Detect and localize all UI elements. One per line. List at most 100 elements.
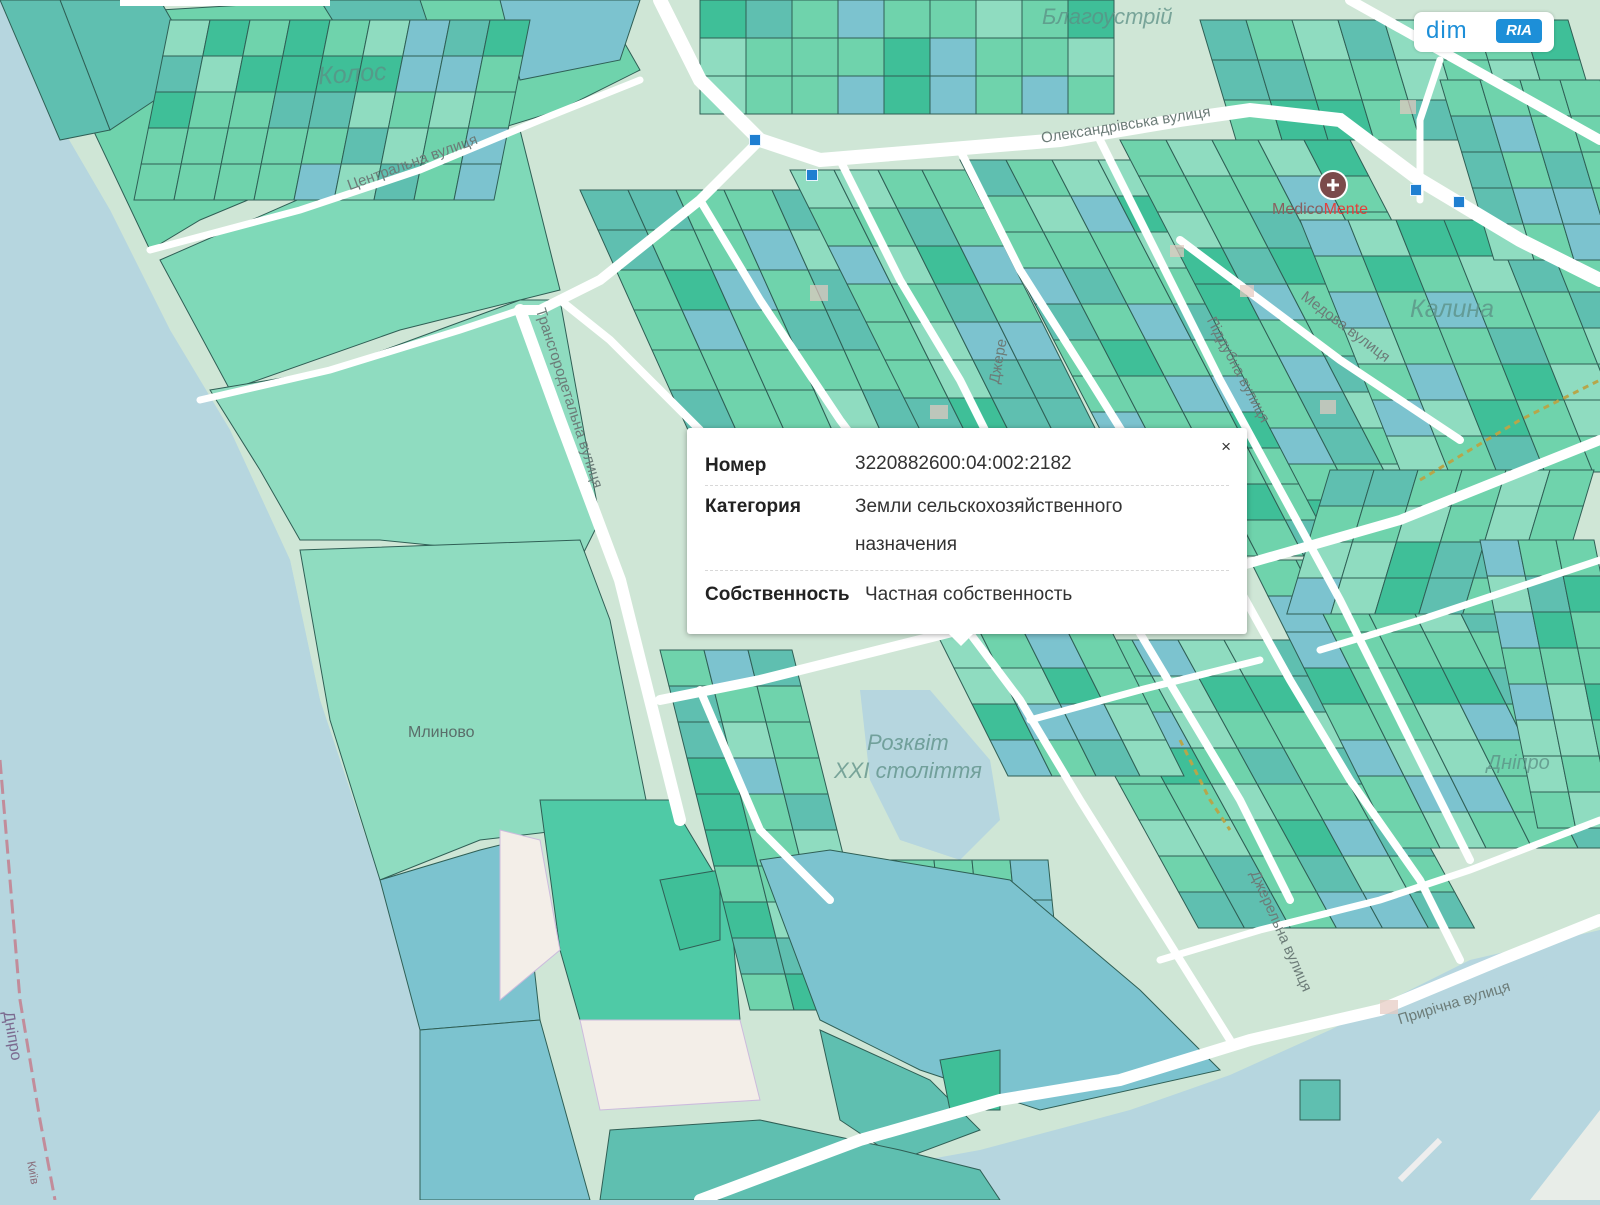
bus-stop-icon[interactable] [806,169,818,181]
bus-stop-icon[interactable] [1410,184,1422,196]
land-parcel[interactable] [427,91,477,129]
land-parcel[interactable] [194,55,244,93]
land-parcel[interactable] [1553,719,1600,757]
land-parcel[interactable] [482,19,531,57]
land-parcel[interactable] [293,163,342,201]
land-parcel[interactable] [1508,683,1555,721]
land-parcel[interactable] [442,19,491,57]
land-parcel[interactable] [745,75,793,115]
land-parcel[interactable] [474,55,524,93]
land-parcel[interactable] [975,37,1023,77]
land-parcel[interactable] [387,91,437,129]
land-parcel[interactable] [699,37,747,77]
land-parcel[interactable] [300,127,350,165]
land-parcel[interactable] [140,127,190,165]
land-parcel[interactable] [340,127,390,165]
land-parcel[interactable] [745,0,793,39]
land-parcel[interactable] [147,91,197,129]
land-parcel[interactable] [883,75,931,115]
land-parcel[interactable] [453,163,502,201]
land-parcel[interactable] [756,685,811,723]
poi-label-medicomente[interactable]: MedicoMente [1272,201,1368,219]
area-label-blahoustrii: Благоустрій [1042,4,1173,29]
land-parcel[interactable] [883,37,931,77]
land-parcel[interactable] [1531,611,1579,649]
land-parcel[interactable] [774,757,829,795]
area-label-rozkvit: Розквіт [867,730,949,755]
area-label-kalyna: Калина [1410,295,1495,323]
land-parcel[interactable] [154,55,204,93]
land-parcel[interactable] [975,75,1023,115]
popup-row-ownership: Собственность Частная собственность [705,576,1229,616]
dimria-logo: dim RIA [1414,12,1554,52]
land-parcel[interactable] [765,721,820,759]
popup-pointer [949,634,973,646]
land-parcel[interactable] [394,55,444,93]
land-parcel[interactable] [307,91,357,129]
area-label-mlynovo: Млиново [408,724,475,741]
land-parcel[interactable] [213,163,262,201]
land-parcel[interactable] [162,19,211,57]
land-parcel[interactable] [1560,755,1600,793]
popup-key-ownership: Собственность [705,584,850,605]
land-parcel[interactable] [1538,647,1586,685]
parcel-info-popup: × Номер 3220882600:04:002:2182 Категория… [687,428,1247,646]
land-parcel[interactable] [1067,75,1115,115]
land-parcel[interactable] [837,0,885,39]
popup-row-number: Номер 3220882600:04:002:2182 [705,443,1229,486]
popup-key-category: Категория [705,496,801,517]
land-parcel[interactable] [322,19,371,57]
area-label-dnipro-east: Дніпро [1487,752,1550,774]
land-parcel[interactable] [791,37,839,77]
popup-value-ownership: Частная собственность [865,584,1073,605]
land-parcel[interactable] [467,91,517,129]
land-parcel[interactable] [253,163,302,201]
land-parcel[interactable] [791,75,839,115]
poi-label-part-a: Medico [1272,201,1324,218]
land-parcel[interactable] [883,0,931,39]
land-parcel[interactable] [242,19,291,57]
land-parcel[interactable] [1517,539,1564,577]
land-parcel[interactable] [929,75,977,115]
land-parcel[interactable] [1529,791,1577,829]
land-parcel[interactable] [1500,647,1548,685]
land-parcel[interactable] [929,0,977,39]
land-parcel[interactable] [837,75,885,115]
land-parcel[interactable] [227,91,277,129]
popup-value-category: Земли сельскохозяйственного назначения [855,496,1123,555]
land-parcel[interactable] [745,37,793,77]
land-parcel[interactable] [975,0,1023,39]
bus-stop-icon[interactable] [749,134,761,146]
land-parcel[interactable] [267,91,317,129]
land-parcel[interactable] [347,91,397,129]
land-parcel[interactable] [220,127,270,165]
poi-label-part-b: Mente [1323,201,1369,218]
land-parcel[interactable] [282,19,331,57]
land-parcel[interactable] [402,19,451,57]
land-parcel[interactable] [783,793,838,831]
land-parcel[interactable] [274,55,324,93]
land-parcel[interactable] [362,19,411,57]
land-parcel[interactable] [173,163,222,201]
land-parcel[interactable] [1021,37,1069,77]
popup-row-category: Категория Земли сельскохозяйственного на… [705,488,1229,571]
land-parcel[interactable] [180,127,230,165]
land-parcel[interactable] [434,55,484,93]
land-parcel[interactable] [1546,683,1593,721]
land-parcel[interactable] [699,0,747,39]
land-parcel[interactable] [929,37,977,77]
land-parcel[interactable] [1515,719,1562,757]
land-parcel[interactable] [1479,539,1526,577]
land-parcel[interactable] [837,37,885,77]
bus-stop-icon[interactable] [1453,196,1465,208]
land-parcel[interactable] [260,127,310,165]
land-parcel[interactable] [1493,611,1541,649]
land-parcel[interactable] [791,0,839,39]
land-parcel[interactable] [1021,75,1069,115]
land-parcel[interactable] [187,91,237,129]
land-parcel[interactable] [1067,37,1115,77]
area-label-xxi: XXI століття [834,758,982,783]
land-parcel[interactable] [202,19,251,57]
land-parcel[interactable] [234,55,284,93]
land-parcel[interactable] [133,163,182,201]
